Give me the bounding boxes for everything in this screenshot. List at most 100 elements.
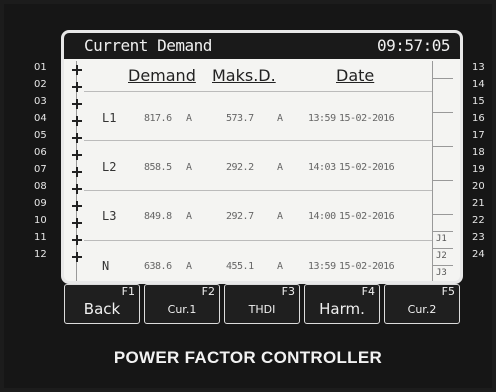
- row-number: 19: [472, 164, 485, 175]
- row-number: 23: [472, 232, 485, 243]
- row-number: 12: [34, 249, 47, 260]
- row-number: 24: [472, 249, 485, 260]
- date-value: 15-02-2016: [339, 211, 395, 222]
- cell-divider: [433, 78, 453, 79]
- cell-divider: [433, 180, 453, 181]
- row-number: 10: [34, 215, 47, 226]
- phase-label: L2: [102, 160, 117, 174]
- title-bar: Current Demand 09:57:05: [64, 33, 460, 59]
- button-label: THDI: [248, 303, 276, 316]
- row-number: 08: [34, 181, 47, 192]
- jumper-label: J1: [436, 234, 447, 244]
- time-value: 14:00: [308, 211, 336, 222]
- cell-divider: [433, 112, 453, 113]
- row-number: 02: [34, 79, 47, 90]
- max-demand-unit: A: [277, 113, 283, 124]
- row-marker-icon: [70, 235, 84, 245]
- row-marker-icon: [70, 218, 84, 228]
- demand-unit: A: [186, 261, 192, 272]
- button-label: Cur.1: [167, 303, 197, 316]
- row-number: 11: [34, 232, 47, 243]
- function-key-bar: F1 Back F2 Cur.1 F3 THDI F4 Harm. F5 Cur…: [64, 284, 460, 324]
- row-marker-icon: [70, 167, 84, 177]
- cell-divider: [433, 231, 453, 232]
- fkey-label: F5: [441, 285, 455, 298]
- row-number: 05: [34, 130, 47, 141]
- row-number: 03: [34, 96, 47, 107]
- fkey-label: F2: [201, 285, 215, 298]
- cell-divider: [433, 248, 453, 249]
- row-divider: [84, 140, 432, 141]
- fkey-label: F1: [121, 285, 135, 298]
- time-value: 14:03: [308, 162, 336, 173]
- row-number: 22: [472, 215, 485, 226]
- row-marker-icon: [70, 82, 84, 92]
- demand-value: 638.6: [144, 261, 172, 272]
- left-marker-column: [70, 61, 84, 281]
- time-value: 13:59: [308, 113, 336, 124]
- button-label: Harm.: [319, 300, 365, 318]
- row-number: 13: [472, 62, 485, 73]
- demand-unit: A: [186, 211, 192, 222]
- cell-divider: [433, 146, 453, 147]
- max-demand-value: 573.7: [226, 113, 254, 124]
- cell-divider: [433, 265, 453, 266]
- row-number: 15: [472, 96, 485, 107]
- device-name: POWER FACTOR CONTROLLER: [113, 348, 383, 367]
- cur1-button[interactable]: F2 Cur.1: [144, 284, 220, 324]
- harm-button[interactable]: F4 Harm.: [304, 284, 380, 324]
- max-demand-value: 292.7: [226, 211, 254, 222]
- max-demand-unit: A: [277, 162, 283, 173]
- time-value: 13:59: [308, 261, 336, 272]
- row-divider: [84, 240, 432, 241]
- demand-unit: A: [186, 162, 192, 173]
- lcd-screen: Current Demand 09:57:05 J1 J2 J3 Demand …: [61, 30, 463, 284]
- phase-label: L1: [102, 111, 117, 125]
- clock: 09:57:05: [376, 36, 451, 55]
- screen-title: Current Demand: [84, 36, 212, 55]
- max-demand-unit: A: [277, 261, 283, 272]
- cell-divider: [433, 214, 453, 215]
- max-demand-value: 292.2: [226, 162, 254, 173]
- phase-label: L3: [102, 209, 117, 223]
- max-demand-unit: A: [277, 211, 283, 222]
- demand-unit: A: [186, 113, 192, 124]
- row-number: 09: [34, 198, 47, 209]
- row-marker-icon: [70, 99, 84, 109]
- header-date: Date: [336, 66, 375, 85]
- row-marker-icon: [70, 150, 84, 160]
- header-demand: Demand: [128, 66, 196, 85]
- row-number: 16: [472, 113, 485, 124]
- demand-value: 858.5: [144, 162, 172, 173]
- fkey-label: F4: [361, 285, 375, 298]
- date-value: 15-02-2016: [339, 261, 395, 272]
- row-divider: [84, 190, 432, 191]
- button-label: Cur.2: [407, 303, 437, 316]
- row-marker-icon: [70, 133, 84, 143]
- row-marker-icon: [70, 65, 84, 75]
- row-marker-icon: [70, 201, 84, 211]
- thdi-button[interactable]: F3 THDI: [224, 284, 300, 324]
- jumper-label: J3: [436, 268, 447, 278]
- row-number: 17: [472, 130, 485, 141]
- date-value: 15-02-2016: [339, 162, 395, 173]
- fkey-label: F3: [281, 285, 295, 298]
- demand-value: 849.8: [144, 211, 172, 222]
- date-value: 15-02-2016: [339, 113, 395, 124]
- right-cell-column: J1 J2 J3: [432, 61, 453, 281]
- back-button[interactable]: F1 Back: [64, 284, 140, 324]
- header-max-demand: Maks.D.: [212, 66, 276, 85]
- row-number: 21: [472, 198, 485, 209]
- row-number: 01: [34, 62, 47, 73]
- row-number: 18: [472, 147, 485, 158]
- row-marker-icon: [70, 184, 84, 194]
- row-number: 06: [34, 147, 47, 158]
- row-number: 07: [34, 164, 47, 175]
- row-number: 14: [472, 79, 485, 90]
- row-number: 04: [34, 113, 47, 124]
- row-divider: [84, 91, 432, 92]
- row-marker-icon: [70, 252, 84, 262]
- max-demand-value: 455.1: [226, 261, 254, 272]
- cur2-button[interactable]: F5 Cur.2: [384, 284, 460, 324]
- row-marker-icon: [70, 116, 84, 126]
